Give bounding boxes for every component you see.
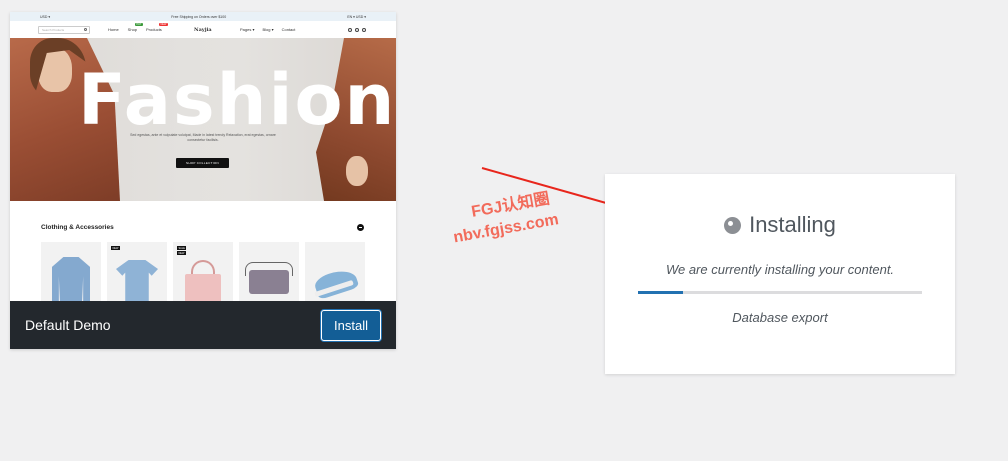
hero-model-face-right xyxy=(346,156,368,186)
demo-card-footer: Default Demo Install xyxy=(10,301,396,349)
preview-nav-item: Home xyxy=(108,27,119,32)
install-panel-message: We are currently installing your content… xyxy=(665,262,895,277)
tshirt-image xyxy=(116,260,158,301)
install-progress-fill xyxy=(638,291,684,294)
install-panel: Installing We are currently installing y… xyxy=(605,174,955,374)
preview-nav-item: Blog ▾ xyxy=(262,27,274,32)
preview-nav-item: Products xyxy=(146,27,162,32)
product-card-sweater xyxy=(41,242,101,301)
product-row: NEW SALE NEW xyxy=(41,242,365,301)
install-panel-title: Installing xyxy=(749,212,836,237)
preview-topbar: USD ▾ Free Shipping on Orders over $100 … xyxy=(10,12,396,21)
preview-nav-badge: NEW xyxy=(158,23,168,26)
hero-title: Fashion xyxy=(78,59,396,141)
preview-nav-item-wrap: Shop HOT xyxy=(127,23,144,32)
hero-shop-button: SHOP COLLECTION xyxy=(176,158,229,168)
install-button[interactable]: Install xyxy=(321,309,381,341)
demo-card: USD ▾ Free Shipping on Orders over $100 … xyxy=(10,12,396,349)
preview-logo: Nayjia xyxy=(194,26,212,33)
watermark: FGJ认知圈 nbv.fgjss.com xyxy=(448,188,560,250)
preview-topbar-right: EN ▾ USD ▾ xyxy=(347,14,366,19)
preview-hero: Fashion Sed egestas, ante et vulputate v… xyxy=(10,38,396,201)
demo-name: Default Demo xyxy=(25,317,111,333)
preview-nav-item: Pages ▾ xyxy=(240,27,255,32)
preview-nav-badge: HOT xyxy=(134,23,144,26)
preview-nav-item: Shop xyxy=(127,27,138,32)
preview-nav-item-wrap: Products NEW xyxy=(146,23,168,32)
sweater-image xyxy=(52,257,90,301)
preview-nav-left: Home Shop HOT Products NEW xyxy=(108,23,168,32)
cart-icon xyxy=(348,27,352,32)
product-badge: NEW xyxy=(111,246,120,250)
product-card-handbag: SALE NEW xyxy=(173,242,233,301)
purse-image xyxy=(249,270,289,294)
product-card-purse xyxy=(239,242,299,301)
preview-nav-right: Pages ▾ Blog ▾ Contact xyxy=(240,27,295,32)
preview-topbar-center: Free Shipping on Orders over $100 xyxy=(171,14,227,19)
install-panel-heading: Installing xyxy=(605,212,955,238)
product-badge: SALE xyxy=(177,246,187,250)
preview-search-input: Search Products xyxy=(38,25,90,34)
hero-subtitle: Sed egestas, ante et vulputate volutpat,… xyxy=(130,133,276,142)
install-progress-bar xyxy=(638,291,922,294)
handbag-image xyxy=(185,274,221,301)
category-title: Clothing & Accessories xyxy=(41,224,114,231)
arrow-right-icon xyxy=(357,224,364,231)
wishlist-icon xyxy=(362,27,366,32)
user-icon xyxy=(355,27,359,32)
preview-nav-icons xyxy=(348,27,366,32)
product-card-tshirt: NEW xyxy=(107,242,167,301)
preview-search-placeholder: Search Products xyxy=(42,27,65,32)
demo-preview-image: USD ▾ Free Shipping on Orders over $100 … xyxy=(10,12,396,301)
preview-topbar-left: USD ▾ xyxy=(40,14,51,19)
install-panel-step: Database export xyxy=(732,310,828,325)
preview-navbar: Search Products Home Shop HOT Products NEW N… xyxy=(10,21,396,38)
product-badge: NEW xyxy=(177,251,186,255)
preview-nav-item: Contact xyxy=(281,27,296,32)
product-card-sneaker xyxy=(305,242,365,301)
search-icon xyxy=(84,27,87,31)
spinner-icon xyxy=(724,216,742,234)
